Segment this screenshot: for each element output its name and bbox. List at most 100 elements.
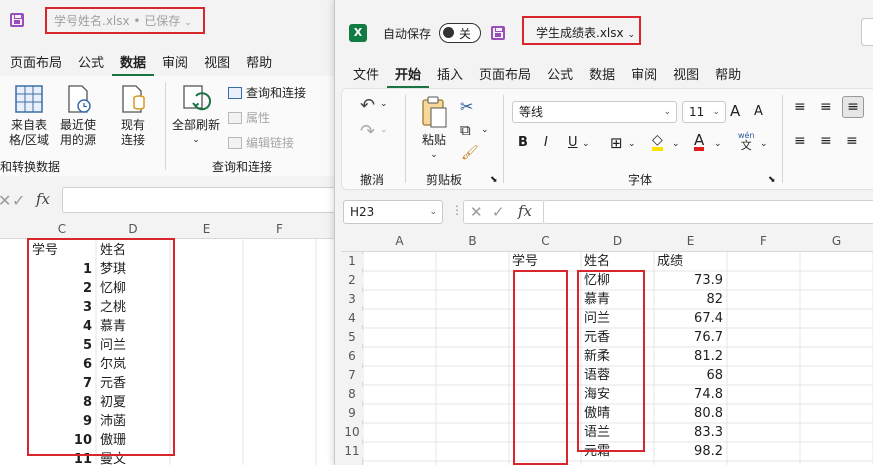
recent-sources-button[interactable]: 最近使 用的源 <box>55 84 101 148</box>
front-formula-input[interactable] <box>543 200 873 224</box>
align-top-icon[interactable]: ≡ <box>794 99 806 115</box>
menu-tab-7[interactable]: 视图 <box>665 64 707 89</box>
header-cell-score[interactable]: 成绩 <box>657 252 727 271</box>
phonetic-dropdown-icon[interactable]: ⌄ <box>760 139 768 149</box>
menu-tab-3[interactable]: 审阅 <box>154 52 196 77</box>
column-header-e[interactable]: E <box>654 234 727 248</box>
properties-button[interactable]: 属性 <box>228 109 270 126</box>
row-header[interactable]: 3 <box>341 292 363 306</box>
edit-links-button[interactable]: 编辑链接 <box>228 134 294 151</box>
row-header[interactable]: 5 <box>341 330 363 344</box>
menu-tab-4[interactable]: 视图 <box>196 52 238 77</box>
align-left-icon[interactable]: ≡ <box>794 133 806 149</box>
column-header-f[interactable]: F <box>243 222 316 236</box>
row-header[interactable]: 9 <box>341 406 363 420</box>
insert-function-icon[interactable]: fx <box>518 202 532 220</box>
back-file-title[interactable]: 学号姓名.xlsx • 已保存 ⌄ <box>54 12 192 29</box>
menu-tab-5[interactable]: 数据 <box>581 64 623 89</box>
column-header-b[interactable]: B <box>436 234 509 248</box>
column-header-c[interactable]: C <box>28 222 96 236</box>
front-file-title[interactable]: 学生成绩表.xlsx ⌄ <box>536 24 635 41</box>
menu-tab-1[interactable]: 开始 <box>387 64 430 89</box>
autosave-toggle[interactable]: 关 <box>439 23 481 43</box>
phonetic-button[interactable]: wén 文 <box>738 131 755 151</box>
font-color-dropdown-icon[interactable]: ⌄ <box>714 139 722 149</box>
row-header[interactable]: 11 <box>341 444 363 458</box>
font-size-select[interactable]: 11 ⌄ <box>682 101 726 123</box>
redo-icon[interactable]: ↷ <box>360 121 375 142</box>
back-formula-input[interactable] <box>62 187 340 213</box>
more-options-icon[interactable]: ⋮ <box>451 203 463 217</box>
menu-tab-0[interactable]: 文件 <box>345 64 387 89</box>
copy-dropdown-icon[interactable]: ⌄ <box>481 125 489 135</box>
cancel-icon[interactable]: ✕ <box>0 191 11 210</box>
underline-dropdown-icon[interactable]: ⌄ <box>582 139 590 149</box>
column-header-d[interactable]: D <box>96 222 170 236</box>
dialog-launcher-icon[interactable]: ⬊ <box>768 175 776 185</box>
align-center-icon[interactable]: ≡ <box>820 133 832 149</box>
existing-connections-button[interactable]: 现有 连接 <box>110 84 156 148</box>
align-middle-icon[interactable]: ≡ <box>820 99 832 115</box>
dialog-launcher-icon[interactable]: ⬊ <box>490 175 498 185</box>
column-header-g[interactable]: G <box>800 234 873 248</box>
cancel-icon[interactable]: ✕ <box>470 203 483 221</box>
save-icon[interactable] <box>491 26 505 40</box>
refresh-all-button[interactable]: 全部刷新 ⌄ <box>168 84 224 148</box>
header-cell-name[interactable]: 姓名 <box>584 252 654 271</box>
menu-tab-2[interactable]: 插入 <box>429 64 471 89</box>
cell-score[interactable]: 98.2 <box>654 442 727 461</box>
fill-color-icon[interactable]: ◇ <box>652 133 663 151</box>
cell-score[interactable]: 76.7 <box>654 328 727 347</box>
borders-icon[interactable]: ⊞ <box>610 134 623 152</box>
chevron-down-icon[interactable]: ⌄ <box>168 133 224 148</box>
cell-score[interactable]: 67.4 <box>654 309 727 328</box>
fill-color-dropdown-icon[interactable]: ⌄ <box>672 139 680 149</box>
column-header-e[interactable]: E <box>170 222 243 236</box>
header-cell-student-id[interactable]: 学号 <box>512 252 582 271</box>
font-color-button[interactable]: A <box>694 133 705 151</box>
column-header-f[interactable]: F <box>727 234 800 248</box>
row-header[interactable]: 2 <box>341 273 363 287</box>
underline-button[interactable]: U <box>568 135 578 150</box>
name-box[interactable]: H23 ⌄ <box>343 200 443 224</box>
column-header-a[interactable]: A <box>363 234 436 248</box>
column-header-c[interactable]: C <box>509 234 582 248</box>
chevron-down-icon[interactable]: ⌄ <box>414 148 454 163</box>
undo-icon[interactable]: ↶ <box>360 95 375 116</box>
cell-score[interactable]: 73.9 <box>654 271 727 290</box>
menu-tab-0[interactable]: 页面布局 <box>2 52 70 77</box>
cell-score[interactable]: 81.2 <box>654 347 727 366</box>
copy-icon[interactable]: ⧉ <box>460 121 471 139</box>
shrink-font-button[interactable]: A <box>754 104 763 119</box>
menu-tab-3[interactable]: 页面布局 <box>471 64 539 89</box>
align-right-icon[interactable]: ≡ <box>846 133 858 149</box>
query-connections-button[interactable]: 查询和连接 <box>228 84 306 101</box>
cell-score[interactable]: 74.8 <box>654 385 727 404</box>
column-header-d[interactable]: D <box>581 234 654 248</box>
from-table-button[interactable]: 来自表 格/区域 <box>6 84 52 148</box>
save-icon[interactable] <box>10 13 24 27</box>
enter-icon[interactable]: ✓ <box>492 203 505 221</box>
grow-font-button[interactable]: A <box>730 102 740 120</box>
format-painter-icon[interactable]: 🖌 <box>461 145 479 161</box>
row-header[interactable]: 7 <box>341 368 363 382</box>
redo-dropdown-icon[interactable]: ⌄ <box>380 125 388 135</box>
cell-score[interactable]: 82 <box>654 290 727 309</box>
row-header[interactable]: 4 <box>341 311 363 325</box>
menu-tab-6[interactable]: 审阅 <box>623 64 665 89</box>
italic-button[interactable]: I <box>544 135 548 150</box>
row-header[interactable]: 8 <box>341 387 363 401</box>
row-header[interactable]: 1 <box>341 254 363 268</box>
borders-dropdown-icon[interactable]: ⌄ <box>628 139 636 149</box>
enter-icon[interactable]: ✓ <box>12 191 25 210</box>
menu-tab-2[interactable]: 数据 <box>112 52 155 77</box>
paste-button[interactable]: 粘贴 ⌄ <box>414 95 454 163</box>
menu-tab-1[interactable]: 公式 <box>70 52 112 77</box>
insert-function-icon[interactable]: fx <box>36 190 50 208</box>
font-name-select[interactable]: 等线 ⌄ <box>512 101 677 123</box>
undo-dropdown-icon[interactable]: ⌄ <box>380 99 388 109</box>
cut-icon[interactable]: ✂ <box>460 97 473 116</box>
row-header[interactable]: 6 <box>341 349 363 363</box>
row-header[interactable]: 10 <box>341 425 363 439</box>
menu-tab-5[interactable]: 帮助 <box>238 52 280 77</box>
